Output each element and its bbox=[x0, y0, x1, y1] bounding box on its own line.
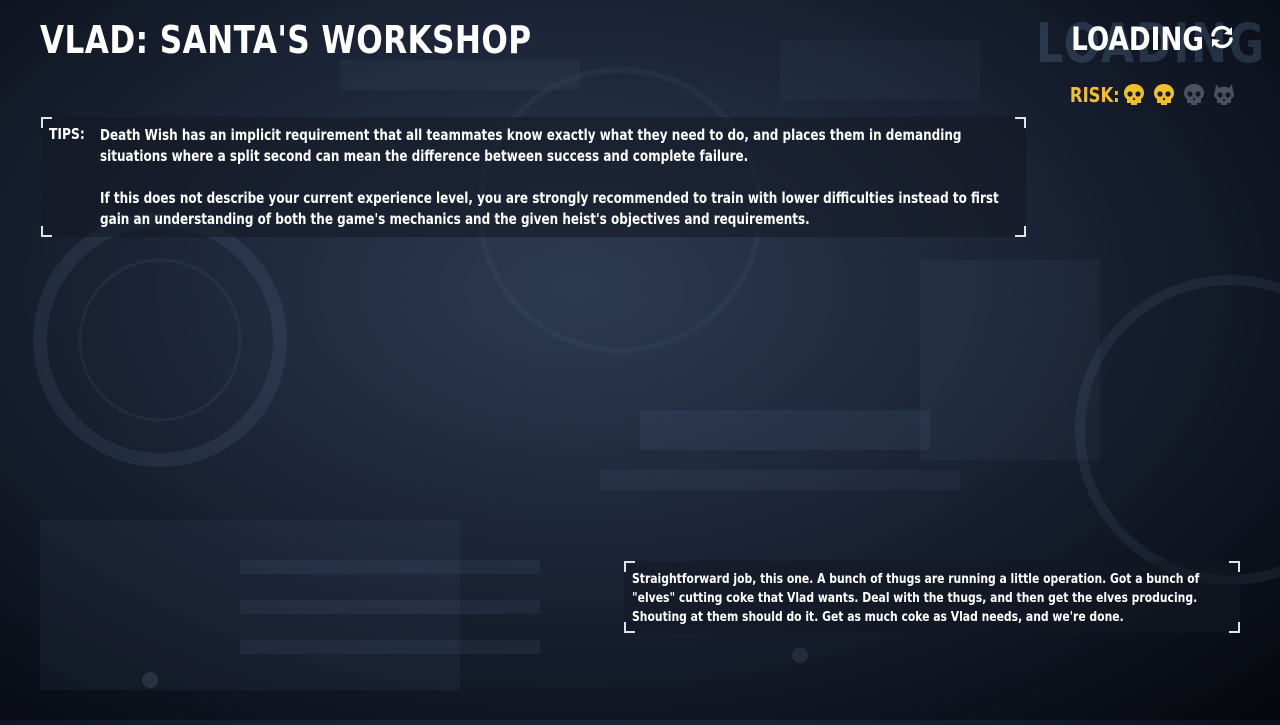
tips-text: Death Wish has an implicit requirement t… bbox=[100, 125, 1000, 251]
skull-icon bbox=[1154, 84, 1174, 105]
skull-icon bbox=[1184, 84, 1204, 105]
refresh-icon bbox=[1208, 23, 1236, 56]
tips-label: TIPS: bbox=[49, 125, 85, 143]
corner-bracket bbox=[1229, 561, 1240, 572]
tips-panel: TIPS: Death Wish has an implicit require… bbox=[41, 117, 1026, 237]
skull-icon bbox=[1214, 84, 1234, 105]
briefing-text: Straightforward job, this one. A bunch o… bbox=[632, 571, 1200, 625]
briefing-panel: Straightforward job, this one. A bunch o… bbox=[624, 561, 1240, 633]
risk-label: RISK: bbox=[1070, 83, 1120, 107]
loading-indicator: LOADING bbox=[1042, 20, 1236, 58]
risk-indicator: RISK: bbox=[1059, 82, 1236, 108]
tips-paragraph: Death Wish has an implicit requirement t… bbox=[100, 126, 962, 165]
heist-title: VLAD: SANTA'S WORKSHOP bbox=[40, 18, 532, 62]
skull-icon bbox=[1124, 84, 1144, 105]
corner-bracket bbox=[1015, 226, 1026, 237]
corner-bracket bbox=[1015, 117, 1026, 128]
corner-bracket bbox=[1229, 622, 1240, 633]
tips-paragraph: If this does not describe your current e… bbox=[100, 189, 999, 228]
corner-bracket bbox=[41, 226, 52, 237]
loading-label: LOADING bbox=[1071, 20, 1204, 58]
